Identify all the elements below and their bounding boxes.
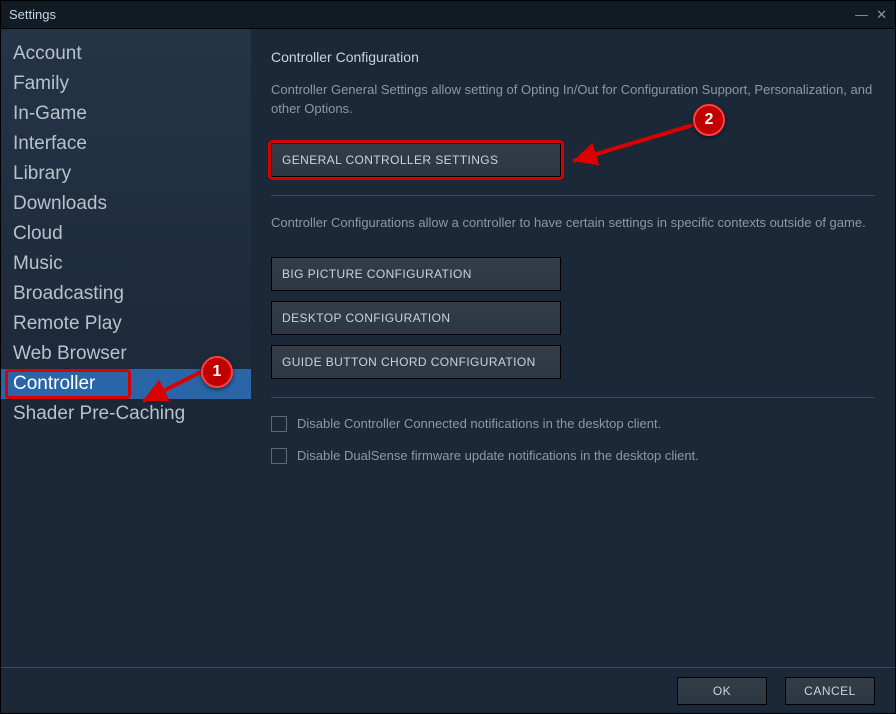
close-icon[interactable]: ✕ — [876, 7, 887, 23]
annotation-arrow-2 — [561, 119, 701, 169]
checkbox-icon[interactable] — [271, 416, 287, 432]
sidebar-item-library[interactable]: Library — [1, 159, 251, 189]
titlebar: Settings — ✕ — [1, 1, 895, 29]
minimize-icon[interactable]: — — [855, 7, 868, 22]
annotation-arrow-1 — [131, 361, 211, 411]
window-title: Settings — [9, 7, 56, 22]
cancel-button[interactable]: CANCEL — [785, 677, 875, 705]
big-picture-configuration-button[interactable]: BIG PICTURE CONFIGURATION — [271, 257, 561, 291]
button-label: GENERAL CONTROLLER SETTINGS — [282, 153, 498, 167]
sidebar-item-music[interactable]: Music — [1, 249, 251, 279]
sidebar-item-cloud[interactable]: Cloud — [1, 219, 251, 249]
sidebar-item-shader-pre-caching[interactable]: Shader Pre-Caching — [1, 399, 251, 429]
button-label: DESKTOP CONFIGURATION — [282, 311, 450, 325]
sidebar-item-in-game[interactable]: In-Game — [1, 99, 251, 129]
sidebar-item-account[interactable]: Account — [1, 39, 251, 69]
checkbox-icon[interactable] — [271, 448, 287, 464]
sidebar-item-label: Remote Play — [13, 313, 122, 335]
button-label: GUIDE BUTTON CHORD CONFIGURATION — [282, 355, 536, 369]
sidebar-item-downloads[interactable]: Downloads — [1, 189, 251, 219]
checkbox-row-disable-dualsense[interactable]: Disable DualSense firmware update notifi… — [271, 448, 875, 464]
sidebar-item-interface[interactable]: Interface — [1, 129, 251, 159]
sidebar-item-broadcasting[interactable]: Broadcasting — [1, 279, 251, 309]
button-label: BIG PICTURE CONFIGURATION — [282, 267, 472, 281]
desktop-configuration-button[interactable]: DESKTOP CONFIGURATION — [271, 301, 561, 335]
sidebar-item-label: Library — [13, 163, 71, 185]
page-heading: Controller Configuration — [271, 49, 875, 65]
ok-button[interactable]: OK — [677, 677, 767, 705]
badge-number: 1 — [213, 363, 222, 381]
sidebar-item-label: Music — [13, 253, 63, 275]
sidebar: Account Family In-Game Interface Library… — [1, 29, 251, 667]
sidebar-item-family[interactable]: Family — [1, 69, 251, 99]
checkbox-row-disable-connected[interactable]: Disable Controller Connected notificatio… — [271, 416, 875, 432]
general-controller-settings-button[interactable]: GENERAL CONTROLLER SETTINGS — [271, 143, 561, 177]
badge-number: 2 — [705, 111, 714, 129]
button-label: CANCEL — [804, 684, 856, 698]
section-divider — [271, 397, 875, 398]
annotation-step-2-badge: 2 — [693, 104, 725, 136]
sidebar-item-label: Interface — [13, 133, 87, 155]
window-buttons: — ✕ — [855, 7, 887, 23]
sidebar-item-label: Cloud — [13, 223, 63, 245]
settings-window: Settings — ✕ Account Family In-Game Inte… — [0, 0, 896, 714]
sidebar-item-remote-play[interactable]: Remote Play — [1, 309, 251, 339]
intro-text: Controller General Settings allow settin… — [271, 81, 875, 119]
button-label: OK — [713, 684, 731, 698]
section-divider — [271, 195, 875, 196]
annotation-step-1-badge: 1 — [201, 356, 233, 388]
checkbox-label: Disable Controller Connected notificatio… — [297, 416, 661, 431]
sidebar-item-label: Web Browser — [13, 343, 127, 365]
sidebar-item-label: Account — [13, 43, 82, 65]
footer: OK CANCEL — [1, 667, 895, 713]
sidebar-item-label: Downloads — [13, 193, 107, 215]
sidebar-item-label: In-Game — [13, 103, 87, 125]
sidebar-item-label: Broadcasting — [13, 283, 124, 305]
sidebar-item-label: Family — [13, 73, 69, 95]
section-desc: Controller Configurations allow a contro… — [271, 214, 875, 233]
body: Account Family In-Game Interface Library… — [1, 29, 895, 667]
guide-button-chord-configuration-button[interactable]: GUIDE BUTTON CHORD CONFIGURATION — [271, 345, 561, 379]
checkbox-label: Disable DualSense firmware update notifi… — [297, 448, 699, 463]
sidebar-item-label: Controller — [13, 373, 95, 395]
